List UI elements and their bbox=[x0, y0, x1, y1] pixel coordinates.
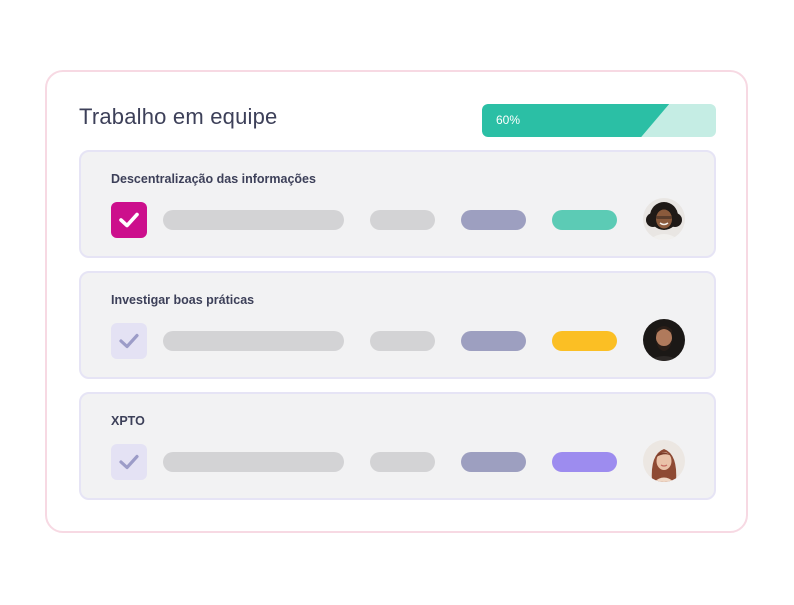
woman-curly-hair-avatar[interactable] bbox=[643, 198, 685, 240]
task-row[interactable]: Investigar boas práticas bbox=[79, 271, 716, 379]
task-placeholder-pill bbox=[370, 452, 435, 472]
check-icon bbox=[119, 333, 139, 349]
task-row[interactable]: Descentralização das informações bbox=[79, 150, 716, 258]
progress-bar: 60% bbox=[482, 104, 716, 137]
task-title: Investigar boas práticas bbox=[111, 293, 255, 307]
check-icon bbox=[119, 454, 139, 470]
woman-long-hair-avatar[interactable] bbox=[643, 440, 685, 482]
task-placeholder-pill bbox=[370, 210, 435, 230]
task-placeholder-bar bbox=[163, 452, 344, 472]
task-tag-pill bbox=[461, 210, 526, 230]
task-placeholder-bar bbox=[163, 331, 344, 351]
progress-label: 60% bbox=[496, 113, 521, 127]
task-title: XPTO bbox=[111, 414, 145, 428]
task-row[interactable]: XPTO bbox=[79, 392, 716, 500]
task-status-pill[interactable] bbox=[552, 210, 617, 230]
task-status-pill[interactable] bbox=[552, 452, 617, 472]
man-beard-avatar[interactable] bbox=[643, 319, 685, 361]
task-title: Descentralização das informações bbox=[111, 172, 316, 186]
task-placeholder-pill bbox=[370, 331, 435, 351]
task-tag-pill bbox=[461, 331, 526, 351]
task-checkbox[interactable] bbox=[111, 444, 147, 480]
task-checkbox[interactable] bbox=[111, 202, 147, 238]
card-title: Trabalho em equipe bbox=[79, 104, 278, 129]
task-checkbox[interactable] bbox=[111, 323, 147, 359]
task-placeholder-bar bbox=[163, 210, 344, 230]
check-icon bbox=[119, 212, 139, 228]
task-tag-pill bbox=[461, 452, 526, 472]
task-status-pill[interactable] bbox=[552, 331, 617, 351]
